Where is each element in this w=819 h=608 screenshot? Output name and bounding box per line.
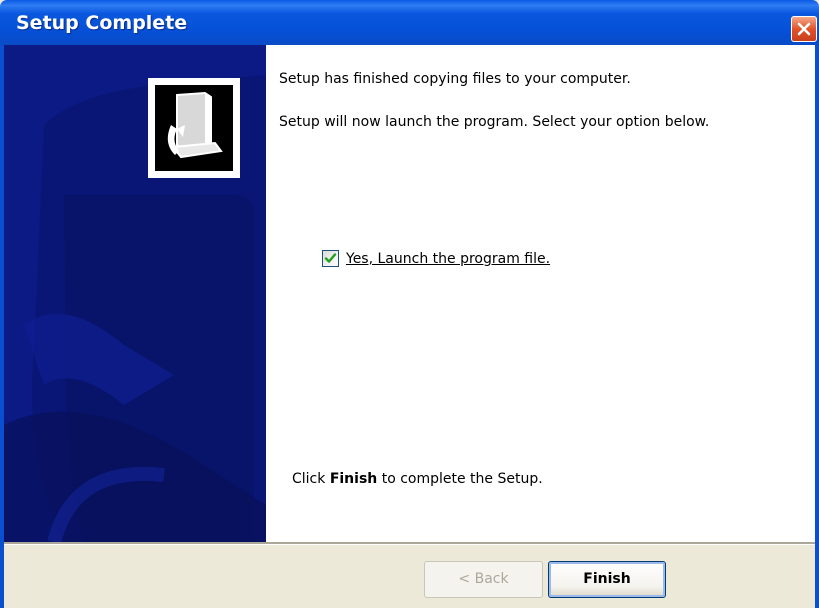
- program-install-icon: [148, 78, 240, 178]
- back-button[interactable]: < Back: [424, 561, 543, 598]
- finish-instruction-suffix: to complete the Setup.: [377, 471, 543, 487]
- launch-program-label[interactable]: Yes, Launch the program file.: [346, 250, 550, 268]
- finish-instruction-bold: Finish: [329, 471, 378, 487]
- window-frame-right: [815, 45, 819, 608]
- title-bar[interactable]: Setup Complete: [0, 0, 819, 45]
- status-line-launch: Setup will now launch the program. Selec…: [279, 114, 710, 130]
- checkmark-icon: [324, 253, 337, 263]
- close-icon: [797, 22, 811, 36]
- window-title: Setup Complete: [16, 12, 188, 34]
- close-button[interactable]: [791, 16, 817, 42]
- status-line-copied: Setup has finished copying files to your…: [279, 71, 631, 87]
- button-area-divider: [4, 542, 815, 545]
- finish-button[interactable]: Finish: [548, 561, 666, 598]
- launch-program-checkbox[interactable]: [322, 250, 339, 267]
- finish-instruction-prefix: Click: [292, 471, 330, 487]
- finish-instruction: Click Finish to complete the Setup.: [292, 471, 543, 487]
